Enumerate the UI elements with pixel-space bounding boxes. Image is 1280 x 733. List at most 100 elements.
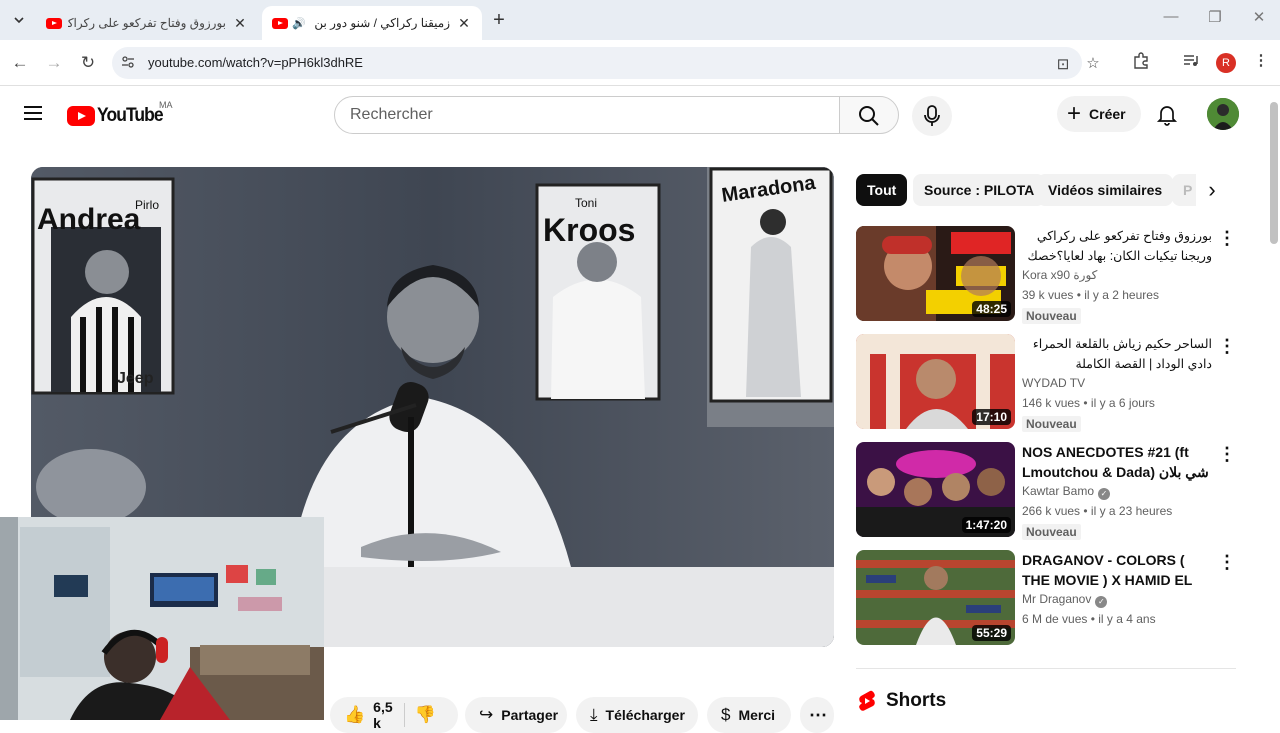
video-title[interactable]: الساحر حكيم زياش بالقلعة الحمراء دادي ال… [1022,334,1212,374]
tab-search-menu-icon[interactable] [6,8,32,32]
restore-icon[interactable]: ❐ [1200,8,1230,26]
browser-tab-2[interactable]: 🔊 زميقنا ركراكي / شنو دور بن ... ✕ [262,6,482,40]
search-input[interactable] [335,97,839,133]
reload-icon[interactable]: ↻ [76,51,100,75]
poster-pirlo-text: Pirlo [135,198,159,212]
youtube-favicon-icon [46,17,62,29]
poster-toni-text: Toni [575,196,597,210]
video-title[interactable]: بورزوق وفتاح تفركعو على ركراكي وريجنا تي… [1022,226,1212,266]
forward-icon[interactable]: → [42,51,66,75]
new-badge: Nouveau [1022,416,1081,432]
browser-toolbar: ← → ↻ youtube.com/watch?v=pPH6kl3dhRE ⊡ … [0,40,1280,86]
address-bar[interactable]: youtube.com/watch?v=pPH6kl3dhRE [112,47,1082,79]
create-button[interactable]: + Créer [1057,96,1141,132]
bookmark-star-icon[interactable]: ☆ [1084,54,1102,72]
video-thumbnail[interactable]: 1:47:20 [856,442,1015,537]
microphone-icon [924,105,940,126]
recommendation-item[interactable]: 1:47:20 NOS ANECDOTES #21 (ft Lmoutchou … [856,442,1236,540]
video-title[interactable]: DRAGANOV - COLORS ( THE MOVIE ) X HAMID … [1022,550,1212,590]
verified-check-icon: ✓ [1098,488,1111,500]
country-code: MA [159,100,173,110]
extensions-icon[interactable] [1130,51,1152,73]
guide-menu-icon[interactable] [24,106,42,120]
youtube-favicon-icon [272,17,288,29]
site-info-icon[interactable] [120,55,136,71]
verified-check-icon: ✓ [1095,596,1108,608]
account-avatar[interactable] [1207,98,1239,130]
browser-tab-strip: بورزوق وفتاح تفركعو على ركراكي ✕ 🔊 زميقن… [0,0,1280,40]
search-icon [859,106,879,126]
youtube-masthead: YouTube MA + Créer [0,86,1280,144]
poster-kroos-text: Kroos [543,212,635,248]
new-badge: Nouveau [1022,524,1081,540]
poster-andrea-text: Andrea [37,203,141,236]
window-close-icon[interactable]: ✕ [1244,8,1274,26]
download-button[interactable]: ⤓ Télécharger [576,697,698,733]
youtube-play-logo-icon [67,106,95,126]
video-duration: 17:10 [972,409,1011,425]
tab-close-icon[interactable]: ✕ [232,15,248,32]
voice-search-button[interactable] [912,96,952,136]
video-meta: 39 k vues • il y a 2 heures [1022,288,1159,302]
video-thumbnail[interactable]: 48:25 [856,226,1015,321]
dislike-icon[interactable]: 👎 [415,705,436,725]
video-duration: 48:25 [972,301,1011,317]
chip-similar-videos[interactable]: Vidéos similaires [1037,174,1174,206]
channel-name[interactable]: WYDAD TV [1022,376,1085,390]
share-button[interactable]: ↪ Partager [465,697,567,733]
recommendation-item[interactable]: 17:10 الساحر حكيم زياش بالقلعة الحمراء د… [856,334,1236,432]
search-button[interactable] [839,96,899,134]
thanks-icon: $ [721,705,731,724]
thanks-button[interactable]: $ Merci [707,697,791,733]
like-icon[interactable]: 👍 [344,705,365,725]
browser-tab-1[interactable]: بورزوق وفتاح تفركعو على ركراكي ✕ [36,6,258,40]
channel-name[interactable]: Kawtar Bamo ✓ [1022,484,1111,500]
channel-name[interactable]: Mr Draganov ✓ [1022,592,1108,608]
share-label: Partager [501,707,559,723]
new-tab-icon[interactable]: + [488,9,510,32]
recommendation-item[interactable]: 55:29 DRAGANOV - COLORS ( THE MOVIE ) X … [856,550,1236,646]
create-label: Créer [1089,106,1126,122]
notifications-bell-icon[interactable] [1155,102,1179,126]
browser-menu-icon[interactable]: ⋮ [1250,51,1272,69]
new-badge: Nouveau [1022,308,1081,324]
chip-source[interactable]: Source : PILOTA [913,174,1046,206]
filter-chips: Tout Source : PILOTA Vidéos similaires P [856,174,1196,206]
tab-close-icon[interactable]: ✕ [456,15,472,32]
more-actions-icon[interactable]: ⋯ [800,697,834,733]
page-scrollbar-thumb[interactable] [1270,102,1278,244]
video-duration: 55:29 [972,625,1011,641]
like-dislike-group: 👍 6,5 k 👎 [330,697,458,733]
install-app-icon[interactable]: ⊡ [1054,55,1072,73]
video-meta: 146 k vues • il y a 6 jours [1022,396,1155,410]
back-icon[interactable]: ← [8,51,32,75]
video-title[interactable]: NOS ANECDOTES #21 (ft Lmoutchou & Dada) … [1022,442,1212,482]
browser-profile-avatar[interactable]: R [1216,53,1236,73]
webcam-overlay [0,517,324,720]
webcam-scene [0,517,324,720]
search-box [334,96,840,134]
tab-title: زميقنا ركراكي / شنو دور بن ... [311,16,450,30]
jersey-text: Jeep [117,370,154,387]
chip-all[interactable]: Tout [856,174,908,206]
logo-wordmark: YouTube [97,105,164,126]
channel-name[interactable]: Kora x90 كورة [1022,268,1097,282]
section-divider [856,668,1236,669]
channel-name-text: Mr Draganov [1022,592,1092,606]
youtube-logo[interactable]: YouTube MA [67,100,173,127]
kebab-menu-icon[interactable]: ⋮ [1218,552,1236,572]
kebab-menu-icon[interactable]: ⋮ [1218,336,1236,356]
video-thumbnail[interactable]: 17:10 [856,334,1015,429]
chip-partial[interactable]: P [1172,174,1196,206]
kebab-menu-icon[interactable]: ⋮ [1218,228,1236,248]
recommendation-item[interactable]: 48:25 بورزوق وفتاح تفركعو على ركراكي وري… [856,226,1236,324]
download-icon: ⤓ [590,705,598,724]
minimize-icon[interactable]: — [1156,8,1186,25]
like-count[interactable]: 6,5 k [373,699,394,731]
url-text: youtube.com/watch?v=pPH6kl3dhRE [148,55,363,70]
kebab-menu-icon[interactable]: ⋮ [1218,444,1236,464]
media-control-icon[interactable] [1180,51,1202,73]
video-thumbnail[interactable]: 55:29 [856,550,1015,645]
chevron-right-icon[interactable]: › [1200,178,1224,202]
audio-playing-icon[interactable]: 🔊 [292,17,306,30]
